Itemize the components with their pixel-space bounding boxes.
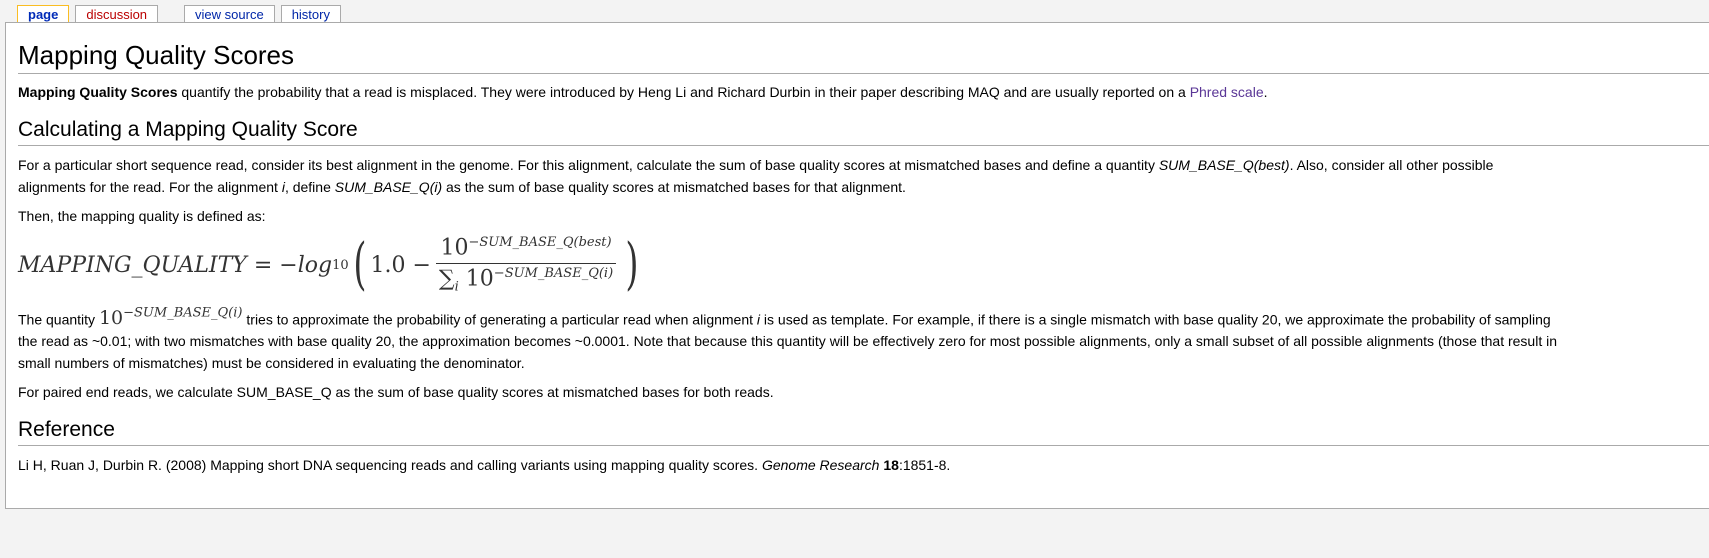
- formula-fraction: 10−SUM_BASE_Q(best) ∑i 10−SUM_BASE_Q(i): [435, 235, 617, 295]
- text: SUM_BASE_Q(best): [1158, 157, 1290, 173]
- text: Li H, Ruan J, Durbin R. (2008) Mapping s…: [18, 457, 762, 474]
- intro-paragraph: Mapping Quality Scores quantify the prob…: [18, 81, 1558, 103]
- paragraph-1: For a particular short sequence read, co…: [18, 154, 1558, 198]
- page-title: Mapping Quality Scores: [18, 39, 1709, 74]
- mapping-quality-formula: MAPPING_QUALITY = − log 10 ( 1.0 − 10−SUM_…: [18, 234, 1709, 296]
- volume: 18: [883, 457, 899, 474]
- reference-citation: Li H, Ruan J, Durbin R. (2008) Mapping s…: [18, 454, 1558, 476]
- num-base: 10: [440, 235, 469, 261]
- inline-base: 10: [98, 307, 124, 330]
- formula-numerator: 10−SUM_BASE_Q(best): [436, 235, 616, 264]
- text: SUM_BASE_Q(i): [334, 179, 443, 195]
- formula-eq: = −: [253, 252, 298, 278]
- inline-exp: −SUM_BASE_Q(i): [123, 306, 243, 321]
- intro-end: .: [1263, 84, 1268, 100]
- pages: :1851-8.: [898, 457, 951, 474]
- text: The quantity: [18, 311, 99, 328]
- right-paren: ): [625, 232, 639, 297]
- section-heading-reference: Reference: [18, 417, 1709, 447]
- journal: Genome Research: [761, 457, 880, 474]
- content-area: Mapping Quality Scores Mapping Quality S…: [5, 22, 1709, 509]
- left-paren: (: [352, 232, 367, 297]
- text: as the sum of base quality scores at mis…: [442, 179, 906, 195]
- section-heading-calculating: Calculating a Mapping Quality Score: [18, 117, 1709, 146]
- den-exp: −SUM_BASE_Q(i): [493, 265, 614, 281]
- paragraph-4: For paired end reads, we calculate SUM_B…: [18, 384, 774, 401]
- intro-bold: Mapping Quality Scores: [18, 84, 178, 100]
- formula-denominator: ∑i 10−SUM_BASE_Q(i): [435, 264, 617, 295]
- den-base: 10: [465, 266, 494, 292]
- tab-view-source[interactable]: view source: [184, 5, 275, 23]
- paragraph-2: Then, the mapping quality is defined as:: [18, 208, 266, 224]
- num-exp: −SUM_BASE_Q(best): [468, 235, 612, 251]
- tab-history[interactable]: history: [280, 5, 341, 23]
- text: tries to approximate the probability of …: [242, 311, 757, 328]
- text: , define: [284, 179, 335, 195]
- formula-one: 1.0 −: [370, 252, 431, 278]
- sum-symbol: ∑: [438, 266, 455, 292]
- inline-formula: 10−SUM_BASE_Q(i): [98, 306, 243, 330]
- formula-lhs: MAPPING_QUALITY: [18, 252, 247, 278]
- formula-log: log: [297, 252, 333, 278]
- den-sub: i: [454, 279, 459, 295]
- tab-discussion[interactable]: discussion: [75, 5, 159, 23]
- formula-log-sub: 10: [332, 257, 349, 273]
- text: For a particular short sequence read, co…: [18, 157, 1159, 173]
- phred-scale-link[interactable]: Phred scale: [1190, 84, 1264, 100]
- paragraph-3: The quantity 10−SUM_BASE_Q(i) tries to a…: [18, 303, 1558, 374]
- intro-text: quantify the probability that a read is …: [177, 84, 1190, 100]
